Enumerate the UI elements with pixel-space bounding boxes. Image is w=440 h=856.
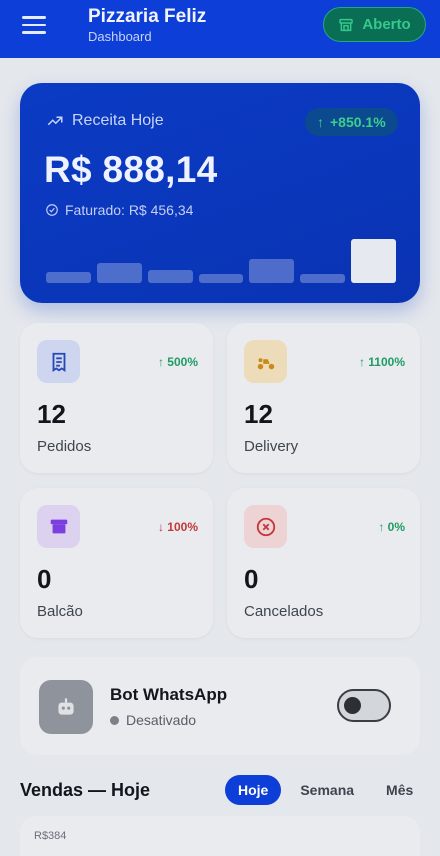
whatsapp-bot-card: Bot WhatsApp Desativado [20, 657, 420, 755]
revenue-card[interactable]: Receita Hoje ↑ +850.1% R$ 888,14 Faturad… [20, 83, 420, 303]
stat-trend: ↑ 500% [157, 355, 198, 369]
stat-card-delivery[interactable]: ↑ 1100% 12 Delivery [227, 323, 420, 473]
stat-label: Pedidos [37, 438, 92, 455]
store-status-button[interactable]: Aberto [323, 7, 426, 42]
sales-chart-card: R$384 [20, 816, 420, 856]
sales-section-title: Vendas — Hoje [20, 780, 151, 800]
arrow-up-icon: ↑ [317, 114, 324, 130]
menu-icon[interactable] [22, 16, 46, 34]
stat-value: 12 [37, 399, 66, 429]
stat-trend: ↑ 0% [378, 520, 405, 534]
store-icon [339, 18, 354, 31]
tab-week[interactable]: Semana [287, 775, 367, 805]
period-tabs: Hoje Semana Mês [225, 775, 426, 805]
revenue-value: R$ 888,14 [44, 149, 218, 190]
stat-trend: ↑ 1100% [358, 355, 405, 369]
stat-value: 0 [244, 564, 259, 594]
trending-up-icon [47, 116, 63, 126]
header-titles: Pizzaria Feliz Dashboard [88, 6, 206, 45]
stat-label: Cancelados [244, 603, 324, 620]
mini-chart-bar [249, 259, 295, 283]
tab-today[interactable]: Hoje [225, 775, 282, 805]
revenue-change-badge: ↑ +850.1% [305, 108, 398, 136]
chart-y-label: R$384 [34, 830, 67, 842]
revenue-change-value: +850.1% [330, 114, 386, 130]
stat-trend: ↓ 100% [157, 520, 198, 534]
revenue-billed-text: Faturado: R$ 456,34 [65, 202, 194, 218]
mini-chart-bar [300, 274, 346, 283]
revenue-label-row: Receita Hoje [46, 112, 164, 130]
toggle-knob [344, 697, 361, 714]
check-circle-icon [46, 204, 58, 216]
stat-card-pedidos[interactable]: ↑ 500% 12 Pedidos [20, 323, 213, 473]
bot-status: Desativado [110, 712, 196, 728]
stat-label: Delivery [244, 438, 299, 455]
revenue-mini-chart [46, 239, 397, 283]
tab-month[interactable]: Mês [373, 775, 426, 805]
app-title: Pizzaria Feliz [88, 6, 207, 27]
bot-status-text: Desativado [126, 712, 197, 728]
revenue-billed: Faturado: R$ 456,34 [45, 202, 193, 218]
robot-icon [39, 680, 93, 734]
store-status-label: Aberto [362, 16, 411, 33]
stat-value: 12 [244, 399, 273, 429]
mini-chart-bar [46, 272, 91, 283]
bot-toggle[interactable] [337, 689, 391, 722]
stat-value: 0 [37, 564, 52, 594]
storefront-icon [37, 505, 80, 548]
mini-chart-bar [147, 270, 193, 283]
stat-card-balcao[interactable]: ↓ 100% 0 Balcão [20, 488, 213, 638]
bot-name: Bot WhatsApp [110, 685, 228, 704]
page-subtitle: Dashboard [88, 29, 152, 44]
app-header: Pizzaria Feliz Dashboard Aberto [0, 0, 440, 58]
mini-chart-bar [198, 274, 244, 283]
mini-chart-bar [96, 263, 142, 283]
receipt-icon [37, 340, 80, 383]
revenue-label: Receita Hoje [72, 112, 164, 129]
scooter-icon [244, 340, 287, 383]
stat-card-cancelados[interactable]: ↑ 0% 0 Cancelados [227, 488, 420, 638]
cancel-icon [244, 505, 287, 548]
stat-label: Balcão [37, 603, 83, 620]
status-dot [110, 715, 119, 725]
mini-chart-bar [351, 239, 397, 283]
